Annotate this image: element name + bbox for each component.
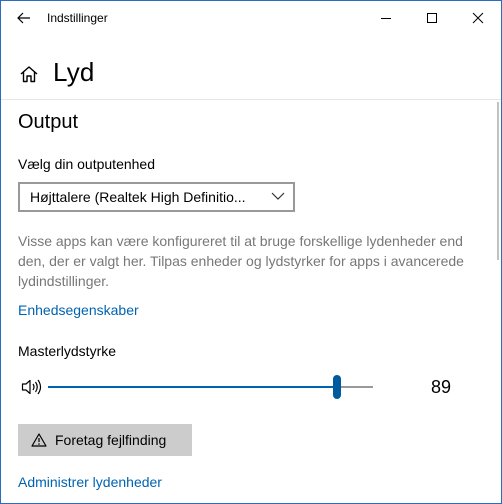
slider-thumb[interactable] [333,375,342,399]
section-title-output: Output [18,111,79,133]
device-properties-link[interactable]: Enhedsegenskaber [18,302,139,318]
home-icon [20,66,38,83]
troubleshoot-label: Foretag fejlfinding [55,432,167,448]
manage-sound-devices-link[interactable]: Administrer lydenheder [18,474,162,490]
close-icon [472,12,484,24]
back-arrow-icon [17,12,30,24]
output-device-value: Højttalere (Realtek High Definitio... [30,189,246,205]
chevron-down-icon [271,192,285,200]
settings-window: Indstillinger Lyd Output Vælg din output… [0,0,502,504]
window-title: Indstillinger [47,11,108,25]
speaker-icon[interactable] [21,378,43,396]
slider-fill [48,386,338,388]
output-description: Visse apps kan være konfigureret til at … [18,233,464,289]
page-title: Lyd [53,57,95,87]
window-controls [363,1,501,35]
output-device-dropdown[interactable]: Højttalere (Realtek High Definitio... [18,182,295,212]
troubleshoot-button[interactable]: Foretag fejlfinding [18,424,192,456]
title-bar: Indstillinger [1,1,501,35]
maximize-button[interactable] [409,1,455,35]
close-button[interactable] [455,1,501,35]
warning-icon [31,433,47,447]
output-device-label: Vælg din outputenhed [18,156,155,172]
master-volume-slider[interactable] [48,375,373,399]
scrollbar[interactable] [497,102,499,260]
minimize-icon [381,18,391,19]
master-volume-value: 89 [431,377,452,397]
maximize-icon [427,13,437,23]
minimize-button[interactable] [363,1,409,35]
back-button[interactable] [1,1,47,35]
master-volume-label: Masterlydstyrke [18,343,117,359]
header-divider [1,99,501,100]
